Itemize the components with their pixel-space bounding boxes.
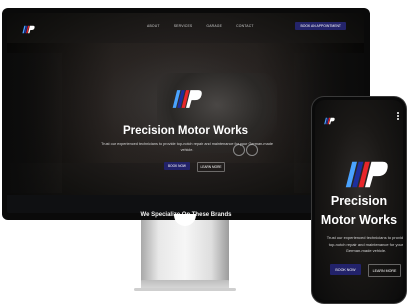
book-now-button[interactable]: BOOK NOW: [164, 162, 190, 170]
mobile-hero-title: Precision Motor Works: [315, 192, 403, 230]
hero-subtitle: Trust our experienced technicians to pro…: [101, 142, 273, 152]
nav-link-contact[interactable]: CONTACT: [236, 24, 254, 28]
mobile-book-now-button[interactable]: BOOK NOW: [330, 264, 361, 275]
garage-background-left: [7, 53, 62, 193]
desktop-navbar: ABOUT SERVICES GARAGE CONTACT BOOK AN AP…: [7, 13, 364, 39]
phone-screen: Precision Motor Works Trust our experien…: [315, 100, 403, 300]
mobile-hero-title-line2: Motor Works: [320, 213, 398, 227]
mobile-hero-subtitle: Trust our experienced technicians to pro…: [326, 235, 403, 254]
mobile-hero-title-line1: Precision: [330, 194, 388, 208]
nav-book-appointment-button[interactable]: BOOK AN APPOINTMENT: [295, 22, 346, 30]
pmw-logo-icon[interactable]: [323, 112, 335, 130]
brands-section: [7, 195, 364, 213]
learn-more-button[interactable]: LEARN MORE: [197, 162, 225, 172]
pmw-logo-icon[interactable]: [21, 21, 35, 39]
monitor-stand: [141, 220, 229, 282]
nav-link-about[interactable]: ABOUT: [147, 24, 160, 28]
menu-icon[interactable]: [397, 112, 399, 120]
mobile-navbar: [315, 100, 403, 125]
phone-mockup: Precision Motor Works Trust our experien…: [312, 97, 406, 303]
desktop-nav-links: ABOUT SERVICES GARAGE CONTACT: [147, 24, 254, 28]
pmw-logo-icon: [341, 160, 389, 194]
monitor-stand-shadow: [134, 288, 236, 291]
mobile-learn-more-button[interactable]: LEARN MORE: [368, 264, 401, 277]
nav-link-services[interactable]: SERVICES: [174, 24, 193, 28]
nav-link-garage[interactable]: GARAGE: [206, 24, 222, 28]
desktop-screen: ABOUT SERVICES GARAGE CONTACT BOOK AN AP…: [7, 13, 364, 213]
pmw-logo-icon: [169, 89, 203, 114]
hero-title: Precision Motor Works: [122, 125, 249, 137]
